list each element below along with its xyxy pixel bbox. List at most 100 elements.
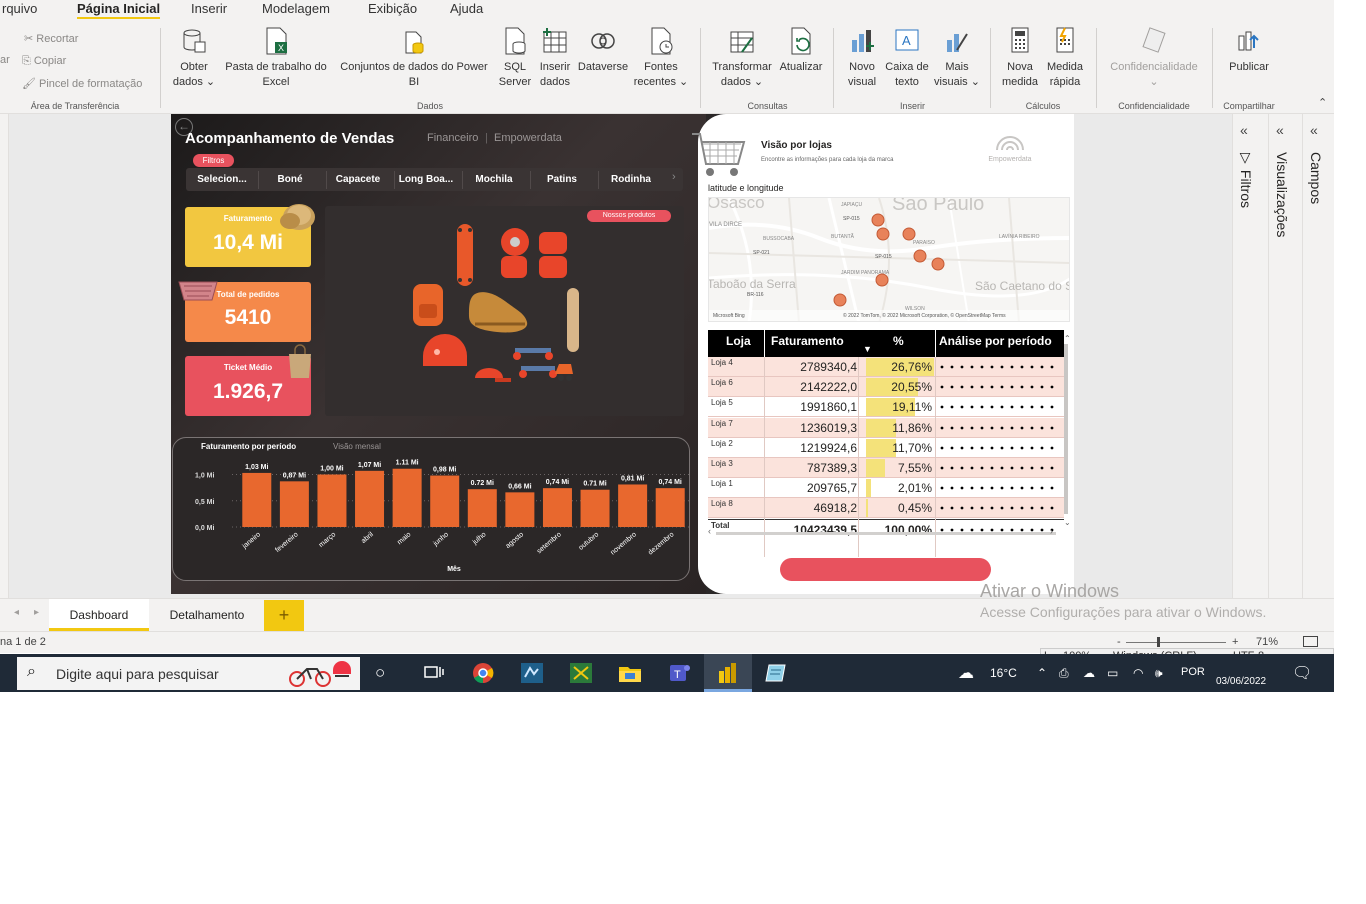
file-explorer-icon[interactable] (617, 661, 643, 685)
fields-pane-title[interactable]: Campos (1308, 152, 1324, 204)
notifications-icon[interactable]: 🗨 (1292, 663, 1312, 683)
vertical-scrollbar[interactable] (1064, 344, 1068, 514)
collapse-filters-icon[interactable]: « (1240, 122, 1248, 138)
bar[interactable] (317, 474, 347, 528)
table-row[interactable]: Loja 3 787389,3 7,55% (708, 458, 1064, 478)
mysql-workbench-icon[interactable] (519, 661, 545, 685)
onedrive-icon[interactable]: ☁ (1083, 666, 1095, 680)
visualizations-pane-title[interactable]: Visualizações (1274, 152, 1290, 237)
input-language[interactable]: POR (1181, 666, 1205, 678)
text-box-button[interactable]: A Caixa de texto (884, 26, 930, 90)
recent-sources-button[interactable]: Fontes recentes ⌄ (630, 26, 692, 90)
zoom-slider[interactable] (1126, 642, 1226, 643)
task-view-icon[interactable] (421, 661, 447, 685)
tab-detalhamento[interactable]: Detalhamento (153, 599, 261, 631)
tab-dashboard[interactable]: Dashboard (49, 599, 149, 631)
map-store-marker[interactable] (876, 227, 890, 241)
clock-date[interactable]: 03/06/2022 (1216, 676, 1266, 687)
tab-inserir[interactable]: Inserir (191, 1, 227, 16)
new-measure-button[interactable]: Nova medida (998, 26, 1042, 90)
weather-icon[interactable]: ☁ (958, 663, 974, 683)
scroll-down-icon[interactable]: ⌄ (1064, 518, 1071, 527)
quick-measure-button[interactable]: Medida rápida (1042, 26, 1088, 90)
bar[interactable] (542, 488, 572, 527)
bar[interactable] (355, 470, 385, 527)
meet-now-icon[interactable]: ⎙ (1059, 666, 1069, 681)
nav-financeiro[interactable]: Financeiro (427, 132, 478, 144)
fit-page-icon[interactable] (1303, 636, 1318, 647)
slicer-next-icon[interactable]: › (672, 171, 676, 183)
table-row[interactable]: Loja 4 2789340,4 26,76% (708, 357, 1064, 377)
table-row[interactable]: Loja 1 209765,7 2,01% (708, 478, 1064, 499)
map-store-marker[interactable] (875, 273, 889, 287)
map-store-marker[interactable] (931, 257, 945, 271)
map-store-marker[interactable] (871, 213, 885, 227)
show-hidden-icons[interactable]: ⌃ (1037, 666, 1047, 680)
publish-button[interactable]: Publicar (1222, 26, 1276, 75)
paste-fragment[interactable]: ar (0, 54, 10, 66)
tab-pagina-inicial[interactable]: Página Inicial (77, 1, 161, 19)
collapse-ribbon-icon[interactable]: ⌃ (1318, 96, 1327, 109)
cortana-icon[interactable]: ○ (375, 663, 385, 683)
transform-data-button[interactable]: Transformar dados ⌄ (708, 26, 776, 90)
snipping-tool-icon[interactable] (568, 661, 594, 685)
battery-icon[interactable]: ▭ (1107, 666, 1118, 680)
filters-pane-title[interactable]: ▽ Filtros (1238, 150, 1254, 208)
taskbar-search[interactable]: ⌕ Digite aqui para pesquisar (17, 657, 360, 690)
weather-temperature[interactable]: 16°C (990, 666, 1017, 680)
next-page-icon[interactable]: ▸ (34, 607, 39, 618)
enter-data-button[interactable]: Inserir dados (534, 26, 576, 90)
col-faturamento[interactable]: Faturamento (771, 334, 844, 348)
zoom-out-button[interactable]: - (1117, 636, 1121, 648)
bar[interactable] (655, 488, 685, 527)
sort-desc-icon[interactable]: ▼ (863, 344, 872, 354)
sensitivity-button[interactable]: Confidencialidade ⌄ (1102, 26, 1206, 90)
format-painter-button[interactable]: 🖌 Pincel de formatação (22, 77, 142, 90)
map-store-marker[interactable] (902, 227, 916, 241)
add-page-button[interactable]: + (264, 600, 304, 631)
notepad-icon[interactable] (764, 661, 790, 685)
zoom-in-button[interactable]: + (1232, 636, 1238, 648)
store-map[interactable]: Osasco São Paulo Taboão da Serra São Cae… (708, 197, 1070, 322)
table-row[interactable]: Loja 5 1991860,1 19,11% (708, 397, 1064, 418)
bar[interactable] (505, 492, 535, 527)
volume-icon[interactable]: 🕪 (1155, 666, 1163, 681)
map-store-marker[interactable] (833, 293, 847, 307)
zoom-slider-thumb[interactable] (1157, 637, 1160, 647)
bar[interactable] (430, 475, 460, 527)
prev-page-icon[interactable]: ◂ (14, 607, 19, 618)
scroll-up-icon[interactable]: ⌃ (1064, 334, 1071, 343)
tab-ajuda[interactable]: Ajuda (450, 1, 483, 16)
slicer-item-rodinha[interactable]: Rodinha (598, 171, 664, 189)
slicer-item-capacete[interactable]: Capacete (326, 171, 390, 189)
sql-server-button[interactable]: SQL Server (496, 26, 534, 90)
bar[interactable] (580, 489, 610, 527)
bar[interactable] (279, 481, 309, 527)
details-button[interactable] (780, 558, 991, 581)
teams-icon[interactable]: T (666, 661, 692, 685)
slicer-item-select[interactable]: Selecion... (190, 171, 254, 189)
slicer-item-bone[interactable]: Boné (258, 171, 322, 189)
wifi-icon[interactable]: ◠ (1133, 666, 1143, 680)
cut-button[interactable]: ✂ Recortar (24, 32, 78, 45)
more-visuals-button[interactable]: Mais visuais ⌄ (930, 26, 984, 90)
bar[interactable] (618, 484, 648, 527)
scroll-left-icon[interactable]: ‹ (708, 526, 711, 536)
bar[interactable] (467, 489, 497, 527)
collapse-fields-icon[interactable]: « (1310, 122, 1318, 138)
datasets-button[interactable]: Conjuntos de dados do Power BI (332, 26, 496, 90)
table-row[interactable]: Loja 2 1219924,6 11,70% (708, 438, 1064, 458)
map-store-marker[interactable] (913, 249, 927, 263)
tab-exibicao[interactable]: Exibição (368, 1, 417, 16)
scroll-right-icon[interactable]: › (1050, 526, 1053, 536)
slicer-item-long-board[interactable]: Long Boa... (394, 171, 458, 189)
slicer-item-mochila[interactable]: Mochila (462, 171, 526, 189)
refresh-button[interactable]: Atualizar (776, 26, 826, 75)
get-data-button[interactable]: Obter dados ⌄ (168, 26, 220, 90)
col-analise[interactable]: Análise por período (939, 334, 1063, 348)
copy-button[interactable]: ⎘ Copiar (22, 55, 66, 68)
nav-empowerdata[interactable]: Empowerdata (494, 132, 562, 144)
table-row[interactable]: Loja 6 2142222,0 20,55% (708, 377, 1064, 398)
bar[interactable] (392, 468, 422, 527)
table-row[interactable]: Loja 7 1236019,3 11,86% (708, 417, 1064, 438)
